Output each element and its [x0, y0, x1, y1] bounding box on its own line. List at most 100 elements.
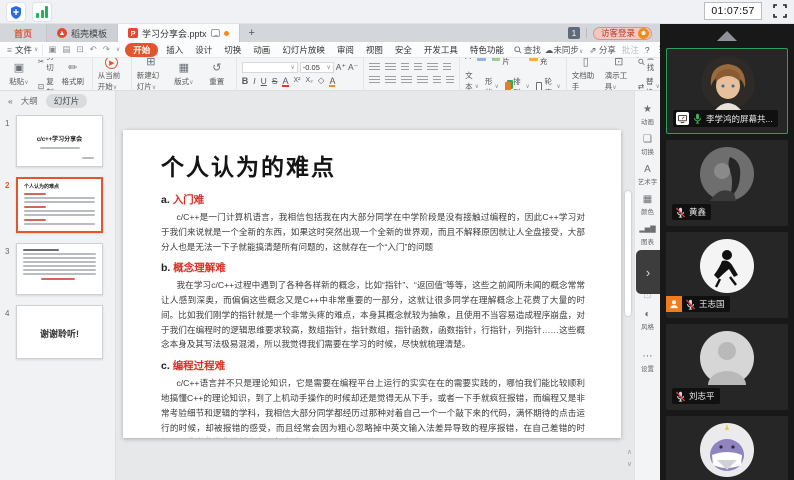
indent-increase-button[interactable]: [414, 63, 422, 72]
bullets-button[interactable]: [369, 63, 380, 72]
insert-picture-button[interactable]: 图片∨: [492, 58, 524, 67]
vertical-scrollbar[interactable]: [625, 191, 631, 316]
slide-editor-area[interactable]: 个人认为的难点 a. 入门难 c/C++是一门计算机语言，我相信包括我在内大部分…: [116, 91, 634, 480]
guest-login-button[interactable]: 访客登录 ☻: [593, 27, 652, 40]
fullscreen-button[interactable]: [772, 3, 788, 19]
cut-button[interactable]: ✂剪切: [38, 58, 54, 73]
menu-item-transition[interactable]: 切换: [220, 44, 245, 56]
slide-layout-button[interactable]: ▦ 版式∨: [170, 62, 198, 87]
present-tools-button[interactable]: ⊡ 演示工具∨: [605, 58, 633, 91]
participant-tile-sharer[interactable]: 李学鸿的屏幕共...: [666, 48, 788, 134]
font-size-input[interactable]: -0.05∨: [300, 62, 334, 73]
play-from-current-button[interactable]: ▶ 从当前开始∨: [98, 58, 126, 91]
participant-tile[interactable]: 朱泽峰: [666, 416, 788, 480]
transition-tool-button[interactable]: ❏切换: [641, 135, 654, 156]
outline-tab[interactable]: 大纲: [21, 95, 38, 107]
chart-tool-button[interactable]: ▂▅▇图表: [639, 225, 655, 246]
quickbar-more-button[interactable]: ∨: [115, 46, 121, 53]
slide-thumbnail-3[interactable]: [16, 243, 103, 295]
replace-button[interactable]: ⇄替换∨: [638, 76, 660, 92]
print-button[interactable]: ▤: [61, 44, 71, 55]
reset-slide-button[interactable]: ↺ 重置: [203, 62, 231, 87]
slide-thumbnail-4[interactable]: 谢谢聆听!: [16, 305, 103, 359]
next-slide-button[interactable]: ∨: [627, 460, 632, 468]
arrange-button[interactable]: 排列∨: [505, 76, 530, 92]
menu-item-security[interactable]: 安全: [391, 44, 416, 56]
shrink-font-button[interactable]: A⁻: [348, 62, 358, 73]
menu-item-insert[interactable]: 插入: [162, 44, 187, 56]
grow-font-button[interactable]: A⁺: [336, 62, 346, 73]
undo-button[interactable]: ↶: [89, 44, 98, 55]
participant-tile-host[interactable]: 王志国: [666, 232, 788, 318]
italic-button[interactable]: I: [253, 76, 255, 86]
doc-assistant-button[interactable]: ▯ 文档助手: [572, 58, 600, 91]
ribbon-find-button[interactable]: 查找: [638, 58, 660, 73]
color-tool-button[interactable]: ▦颜色: [641, 195, 654, 216]
distribute-button[interactable]: [446, 76, 454, 85]
tab-home[interactable]: 首页: [0, 24, 47, 42]
align-center-button[interactable]: [385, 76, 396, 85]
underline-button[interactable]: U: [261, 76, 267, 86]
menu-item-animation[interactable]: 动画: [249, 44, 274, 56]
comment-bubble-icon[interactable]: [211, 29, 220, 37]
text-direction-button[interactable]: [427, 63, 438, 72]
outline-button[interactable]: 轮廓∨: [536, 76, 561, 92]
expand-panel-handle[interactable]: ›: [636, 250, 660, 294]
superscript-button[interactable]: X²: [294, 77, 301, 84]
wordart-tool-button[interactable]: A艺术字: [638, 165, 658, 186]
slide-thumbnail-2[interactable]: 个人认为的难点: [16, 177, 103, 233]
more-tools-button[interactable]: ⋯设置: [641, 352, 654, 373]
slides-tab[interactable]: 幻灯片: [46, 94, 88, 108]
subscript-button[interactable]: X₂: [306, 77, 313, 84]
textbox-button[interactable]: 文本框∨: [465, 70, 479, 91]
columns-button[interactable]: [443, 63, 451, 72]
sync-status-button[interactable]: ☁未同步∨: [545, 44, 583, 56]
shield-app-button[interactable]: [6, 2, 26, 22]
menu-item-features[interactable]: 特色功能: [466, 44, 508, 56]
style-tool-button[interactable]: ◐风格: [641, 310, 654, 331]
collapse-participants-button[interactable]: [717, 31, 737, 41]
bold-button[interactable]: B: [242, 76, 249, 86]
slide-canvas[interactable]: 个人认为的难点 a. 入门难 c/C++是一门计算机语言，我相信包括我在内大部分…: [123, 130, 621, 438]
stats-app-button[interactable]: [32, 2, 52, 22]
numbering-button[interactable]: [385, 63, 396, 72]
justify-button[interactable]: [417, 76, 428, 85]
collapse-panel-button[interactable]: «: [8, 96, 13, 106]
line-spacing-button[interactable]: [433, 76, 441, 85]
tab-docer-templates[interactable]: ▲ 稻壳模板: [47, 24, 118, 42]
tab-presentation-document[interactable]: P 学习分享会.pptx: [118, 24, 240, 42]
format-painter-button[interactable]: ✏ 格式刷: [59, 62, 87, 87]
font-name-input[interactable]: ∨: [242, 62, 298, 73]
new-slide-button[interactable]: ⊞ 新建幻灯片∨: [137, 58, 165, 91]
menu-item-devtools[interactable]: 开发工具: [420, 44, 462, 56]
menu-item-design[interactable]: 设计: [191, 44, 216, 56]
indent-decrease-button[interactable]: [401, 63, 409, 72]
insert-text-icon[interactable]: A: [465, 58, 471, 61]
clear-format-button[interactable]: ◇: [318, 75, 325, 86]
font-color-button[interactable]: A: [282, 76, 288, 86]
previous-slide-button[interactable]: ∧: [627, 448, 632, 456]
redo-button[interactable]: ↷: [102, 44, 111, 55]
new-tab-button[interactable]: +: [240, 24, 264, 42]
copy-button[interactable]: ⊡复制: [38, 76, 54, 92]
fill-button[interactable]: 填充∨: [529, 58, 561, 67]
shape-button[interactable]: 形状∨: [485, 76, 499, 92]
participant-tile[interactable]: 黄鑫: [666, 140, 788, 226]
notification-badge[interactable]: 1: [568, 27, 580, 39]
help-button[interactable]: ?: [645, 45, 650, 55]
slide-thumbnail-1[interactable]: c/c++学习分享会: [16, 115, 103, 167]
highlight-button[interactable]: A: [329, 76, 335, 86]
scroll-participants-down-button[interactable]: [717, 460, 737, 470]
menu-item-view[interactable]: 视图: [362, 44, 387, 56]
align-left-button[interactable]: [369, 76, 380, 85]
file-menu-button[interactable]: ≡ 文件 ∨: [6, 44, 43, 56]
save-button[interactable]: ▣: [47, 44, 57, 55]
align-right-button[interactable]: [401, 76, 412, 85]
menu-item-review[interactable]: 审阅: [333, 44, 358, 56]
print-preview-button[interactable]: ⊡: [75, 44, 84, 55]
participant-tile[interactable]: 刘志平: [666, 324, 788, 410]
find-button[interactable]: 查找: [514, 44, 541, 56]
menu-item-home[interactable]: 开始: [125, 43, 158, 57]
share-button[interactable]: ⇗ 分享: [589, 44, 616, 56]
menu-item-slideshow[interactable]: 幻灯片放映: [278, 44, 329, 56]
